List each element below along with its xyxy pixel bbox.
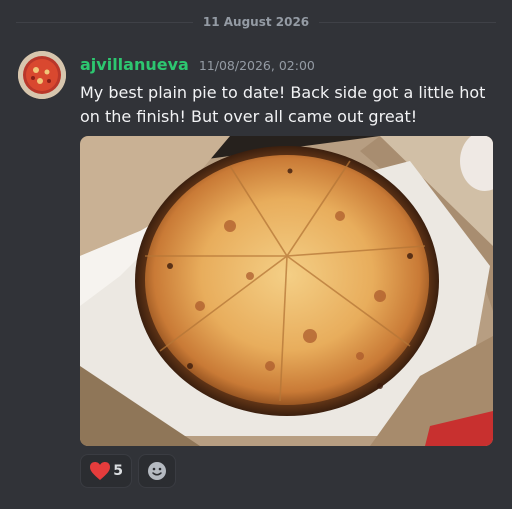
add-reaction-button[interactable] (138, 454, 176, 488)
pizza-photo (80, 136, 493, 446)
add-reaction-icon (148, 462, 166, 480)
username[interactable]: ajvillanueva (80, 55, 189, 74)
chat-view: 11 August 2026 ajvillanueva 11/08/2026, … (0, 0, 512, 509)
divider-line-right (319, 21, 497, 23)
date-divider: 11 August 2026 (16, 12, 497, 32)
divider-line-left (16, 21, 193, 23)
image-attachment[interactable] (80, 136, 493, 446)
heart-icon (90, 462, 110, 480)
reactions-bar: 5 (80, 454, 176, 488)
reaction-count: 5 (113, 463, 123, 479)
message-timestamp: 11/08/2026, 02:00 (198, 58, 315, 73)
message-header: ajvillanueva 11/08/2026, 02:00 (80, 55, 315, 74)
avatar-pizza-icon (18, 51, 66, 99)
reaction-heart[interactable]: 5 (80, 454, 132, 488)
avatar[interactable] (18, 51, 66, 99)
date-divider-label: 11 August 2026 (202, 15, 310, 29)
message-text: My best plain pie to date! Back side got… (80, 83, 486, 126)
